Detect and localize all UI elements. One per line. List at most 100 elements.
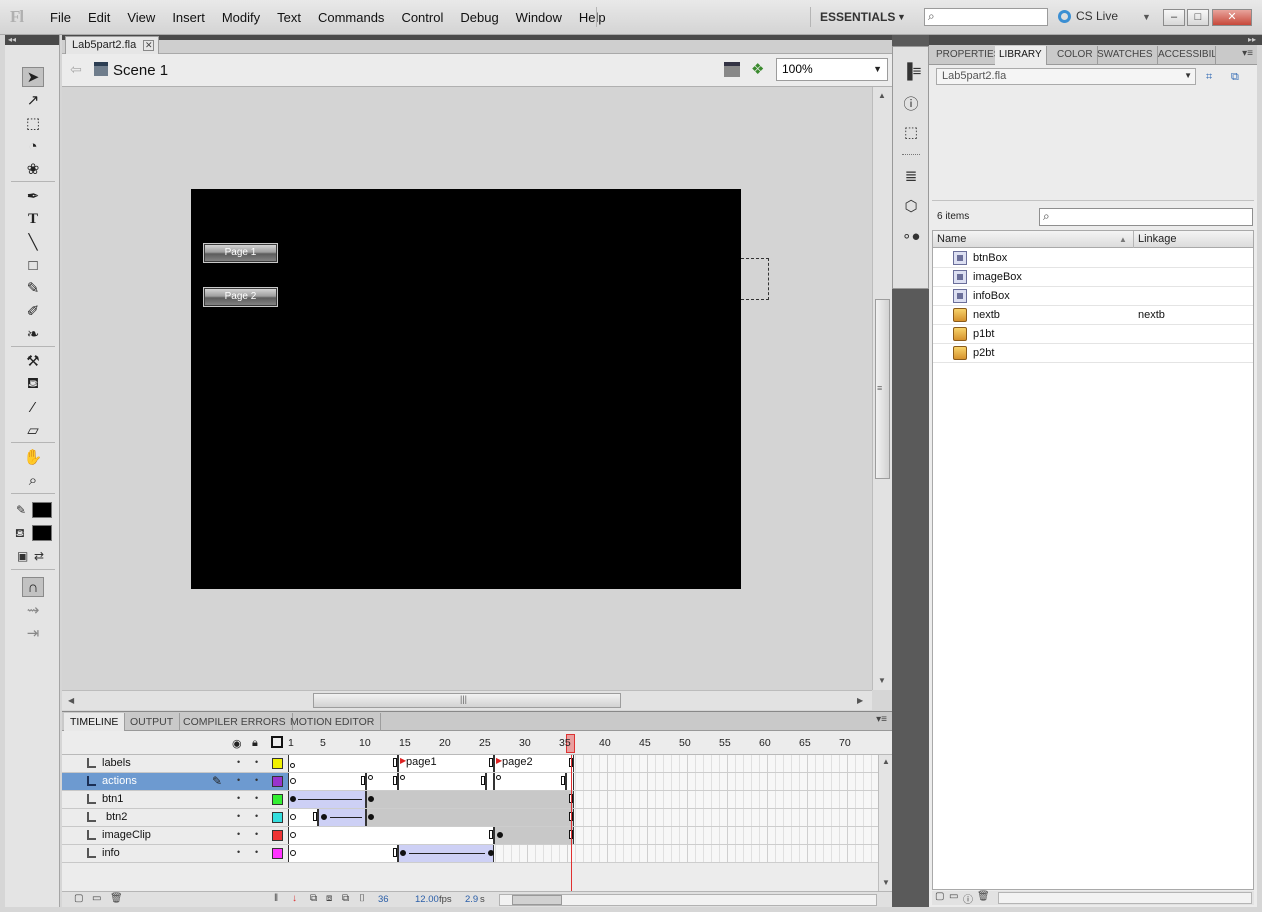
black-white-icon[interactable]: ▣ — [17, 549, 28, 563]
center-frame-icon[interactable]: ↓ — [292, 893, 297, 904]
menu-debug[interactable]: Debug — [460, 10, 498, 25]
outline-icon[interactable] — [271, 736, 283, 748]
edit-scene-icon[interactable] — [724, 62, 740, 77]
scroll-left-icon[interactable]: ◀ — [68, 696, 74, 705]
lock-dot[interactable]: • — [255, 847, 258, 857]
panel-menu-icon[interactable]: ▾≡ — [876, 714, 887, 725]
frame-span[interactable] — [398, 773, 486, 790]
frame-span[interactable] — [288, 845, 398, 862]
document-tab[interactable]: Lab5part2.fla ✕ — [65, 36, 160, 54]
lock-dot[interactable]: • — [255, 793, 258, 803]
new-library-panel-icon[interactable]: ⧉ — [1231, 71, 1239, 84]
panel-menu-icon[interactable]: ▾≡ — [1242, 48, 1253, 59]
current-frame[interactable]: 36 — [378, 894, 389, 905]
onion-outlines-icon[interactable]: ⧈ — [326, 893, 332, 904]
close-icon[interactable]: ✕ — [143, 40, 155, 51]
selection-tool-icon[interactable]: ➤ — [22, 67, 44, 87]
menu-text[interactable]: Text — [277, 10, 301, 25]
library-document-select[interactable]: Lab5part2.fla ▼ — [936, 68, 1196, 85]
onion-skin-icon[interactable]: ⧉ — [310, 893, 317, 904]
help-search-input[interactable]: ⌕ — [924, 8, 1048, 26]
frame-span[interactable] — [494, 773, 566, 790]
scrollbar-thumb[interactable] — [512, 895, 562, 905]
layer-outline-color[interactable] — [272, 758, 283, 769]
properties-icon[interactable]: ⓘ — [963, 891, 973, 906]
tab-accessibility[interactable]: ACCESSIBILIT — [1154, 46, 1216, 65]
lock-dot[interactable]: • — [255, 775, 258, 785]
frame-ruler[interactable]: 1 5 10 15 20 25 30 35 40 45 50 55 60 65 … — [288, 731, 878, 755]
frame-span[interactable] — [288, 773, 366, 790]
frame-span[interactable] — [566, 773, 574, 790]
chevron-down-icon[interactable]: ▼ — [1142, 12, 1151, 22]
menu-modify[interactable]: Modify — [222, 10, 260, 25]
scroll-right-icon[interactable]: ▶ — [857, 696, 863, 705]
frame-span[interactable] — [288, 755, 398, 772]
library-item-p2bt[interactable]: p2bt — [933, 344, 1253, 363]
visibility-dot[interactable]: • — [237, 757, 240, 767]
blank-keyframe[interactable] — [290, 832, 296, 838]
text-tool-icon[interactable]: T — [22, 209, 44, 229]
menu-help[interactable]: Help — [579, 10, 606, 25]
library-search-input[interactable]: ⌕ — [1039, 208, 1253, 226]
keyframe[interactable] — [290, 796, 296, 802]
straighten-icon[interactable]: ⇥ — [22, 623, 44, 643]
action-keyframe[interactable] — [496, 775, 501, 780]
brush-tool-icon[interactable]: ✐ — [22, 301, 44, 321]
line-tool-icon[interactable]: ╲ — [22, 232, 44, 252]
pin-library-icon[interactable]: ⌗ — [1206, 71, 1212, 84]
zoom-select[interactable]: 100% ▼ — [776, 58, 888, 81]
new-folder-icon[interactable]: ▭ — [949, 891, 958, 902]
back-arrow-icon[interactable]: ⇦ — [70, 61, 82, 78]
edit-multiple-frames-icon[interactable]: ⧉ — [342, 893, 349, 904]
swap-colors-icon[interactable]: ⇄ — [34, 549, 44, 563]
sort-ascending-icon[interactable]: ▲ — [1119, 235, 1127, 244]
delete-layer-icon[interactable]: 🗑︎ — [110, 893, 123, 904]
blank-keyframe[interactable] — [290, 778, 296, 784]
page1-button[interactable]: Page 1 — [203, 243, 278, 263]
frame-rate[interactable]: 12.00 — [415, 894, 439, 905]
scroll-down-icon[interactable]: ▼ — [882, 878, 890, 887]
frame-span[interactable] — [366, 791, 574, 808]
eyedropper-tool-icon[interactable]: ⁄ — [22, 397, 44, 417]
tab-compiler-errors[interactable]: COMPILER ERRORS — [177, 713, 293, 731]
timeline-horizontal-scrollbar[interactable] — [499, 894, 877, 906]
close-window-button[interactable]: ✕ — [1212, 9, 1252, 26]
layer-outline-color[interactable] — [272, 776, 283, 787]
keyframe[interactable] — [488, 850, 494, 856]
stage-horizontal-scrollbar[interactable]: ◀ ||| ▶ — [62, 690, 872, 710]
actions-icon[interactable]: ≣ — [902, 167, 920, 185]
free-transform-tool-icon[interactable]: ⬚ — [22, 113, 44, 133]
layer-outline-color[interactable] — [272, 830, 283, 841]
blank-keyframe[interactable] — [290, 814, 296, 820]
column-header-linkage[interactable]: Linkage — [1138, 233, 1177, 245]
layer-outline-color[interactable] — [272, 812, 283, 823]
library-item-btnbox[interactable]: btnBox — [933, 249, 1253, 268]
subselection-tool-icon[interactable]: ↗ — [22, 90, 44, 110]
scroll-up-icon[interactable]: ▲ — [878, 91, 886, 100]
eraser-tool-icon[interactable]: ▱ — [22, 420, 44, 440]
divider-grip-icon[interactable]: ‖ — [274, 893, 278, 904]
new-layer-icon[interactable]: ▢ — [74, 893, 83, 904]
tab-timeline[interactable]: TIMELINE — [64, 713, 126, 731]
frames-grid[interactable]: ▶ page1 ▶ page2 — [288, 755, 878, 863]
layer-row-info[interactable]: info • • — [62, 845, 288, 863]
chevron-down-icon[interactable]: ▼ — [897, 12, 906, 22]
action-keyframe[interactable] — [368, 775, 373, 780]
hand-tool-icon[interactable]: ✋ — [22, 447, 44, 467]
scene-breadcrumb[interactable]: Scene 1 — [113, 62, 168, 79]
lock-dot[interactable]: • — [255, 757, 258, 767]
tab-color[interactable]: COLOR — [1053, 46, 1098, 65]
keyframe[interactable] — [321, 814, 327, 820]
keyframe[interactable] — [497, 832, 503, 838]
column-header-name[interactable]: Name — [937, 233, 966, 245]
action-keyframe[interactable] — [400, 775, 405, 780]
scroll-down-icon[interactable]: ▼ — [878, 676, 886, 685]
paint-bucket-tool-icon[interactable]: ⛾ — [22, 374, 44, 394]
blank-keyframe[interactable] — [290, 850, 296, 856]
visibility-dot[interactable]: • — [237, 793, 240, 803]
library-item-imagebox[interactable]: imageBox — [933, 268, 1253, 287]
rectangle-tool-icon[interactable]: □ — [22, 255, 44, 275]
visibility-dot[interactable]: • — [237, 829, 240, 839]
layer-outline-color[interactable] — [272, 848, 283, 859]
tab-swatches[interactable]: SWATCHES — [1093, 46, 1158, 65]
